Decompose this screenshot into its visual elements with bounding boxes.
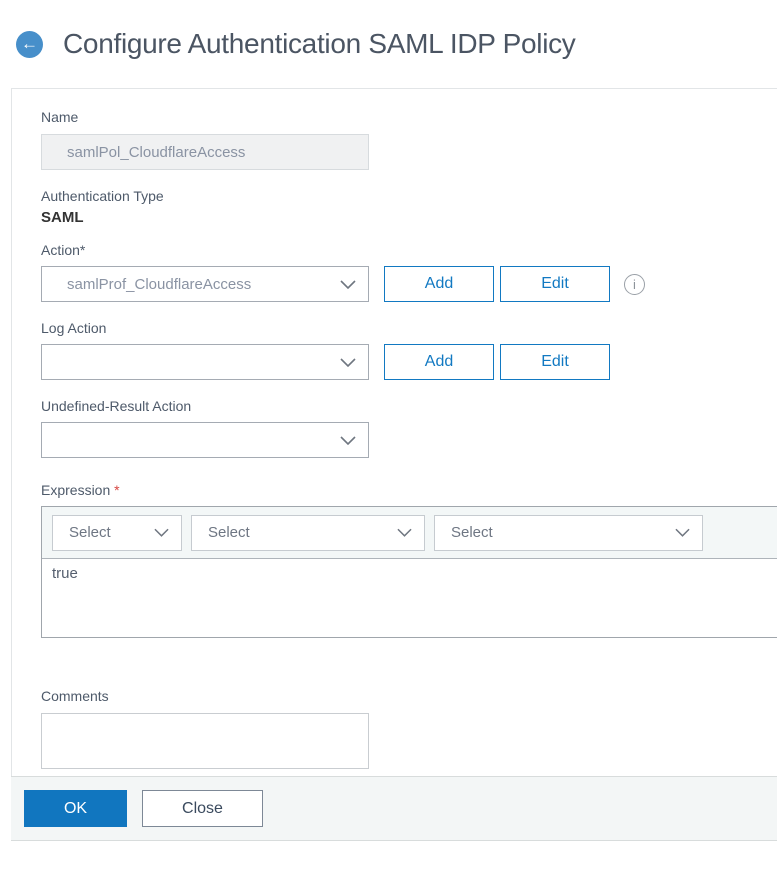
expression-input[interactable]: true <box>52 565 777 631</box>
expression-label-text: Expression <box>41 482 115 498</box>
chevron-down-icon <box>675 528 690 537</box>
chevron-down-icon <box>340 435 356 445</box>
action-select-value: samlProf_CloudflareAccess <box>67 275 252 293</box>
back-button[interactable]: ← <box>16 30 43 58</box>
log-action-select[interactable] <box>41 344 369 380</box>
chevron-down-icon <box>340 279 356 289</box>
action-label: Action* <box>41 242 86 258</box>
name-input[interactable] <box>41 134 369 170</box>
action-add-button[interactable]: Add <box>384 266 494 302</box>
log-action-add-button[interactable]: Add <box>384 344 494 380</box>
expression-select-2-value: Select <box>208 524 250 541</box>
undefined-result-action-select[interactable] <box>41 422 369 458</box>
log-action-row: Add Edit <box>41 344 777 380</box>
expression-select-3[interactable]: Select <box>434 514 703 551</box>
chevron-down-icon <box>397 528 412 537</box>
log-action-label: Log Action <box>41 320 107 336</box>
undefined-result-action-row <box>41 422 777 458</box>
name-label: Name <box>41 109 79 125</box>
form-content: Name Authentication Type SAML Action* sa… <box>12 89 777 776</box>
comments-input[interactable] <box>41 713 369 769</box>
action-select[interactable]: samlProf_CloudflareAccess <box>41 266 369 302</box>
expression-builder: Select Select Select true <box>41 506 777 638</box>
comments-label: Comments <box>41 688 109 704</box>
footer-bar: OK Close <box>11 776 777 841</box>
arrow-left-icon: ← <box>21 33 38 53</box>
expression-select-2[interactable]: Select <box>191 514 425 551</box>
expression-builder-toolbar: Select Select Select <box>42 507 777 559</box>
action-edit-button[interactable]: Edit <box>500 266 610 302</box>
authentication-type-value: SAML <box>41 209 84 226</box>
chevron-down-icon <box>154 528 169 537</box>
expression-editor-area: true <box>42 559 777 637</box>
chevron-down-icon <box>340 357 356 367</box>
expression-label: Expression * <box>41 482 777 499</box>
expression-select-1-value: Select <box>69 524 111 541</box>
undefined-result-action-label: Undefined-Result Action <box>41 398 192 414</box>
action-row: samlProf_CloudflareAccess Add Edit i <box>41 266 777 302</box>
form-panel: Name Authentication Type SAML Action* sa… <box>11 88 777 776</box>
info-icon[interactable]: i <box>624 273 645 295</box>
authentication-type-label: Authentication Type <box>41 188 164 204</box>
ok-button[interactable]: OK <box>24 790 127 827</box>
log-action-edit-button[interactable]: Edit <box>500 344 610 380</box>
page-header: ← Configure Authentication SAML IDP Poli… <box>0 0 777 88</box>
expression-select-3-value: Select <box>451 524 493 541</box>
close-button[interactable]: Close <box>142 790 263 827</box>
expression-select-1[interactable]: Select <box>52 514 182 551</box>
required-asterisk: * <box>114 482 120 498</box>
page-title: Configure Authentication SAML IDP Policy <box>63 28 576 59</box>
